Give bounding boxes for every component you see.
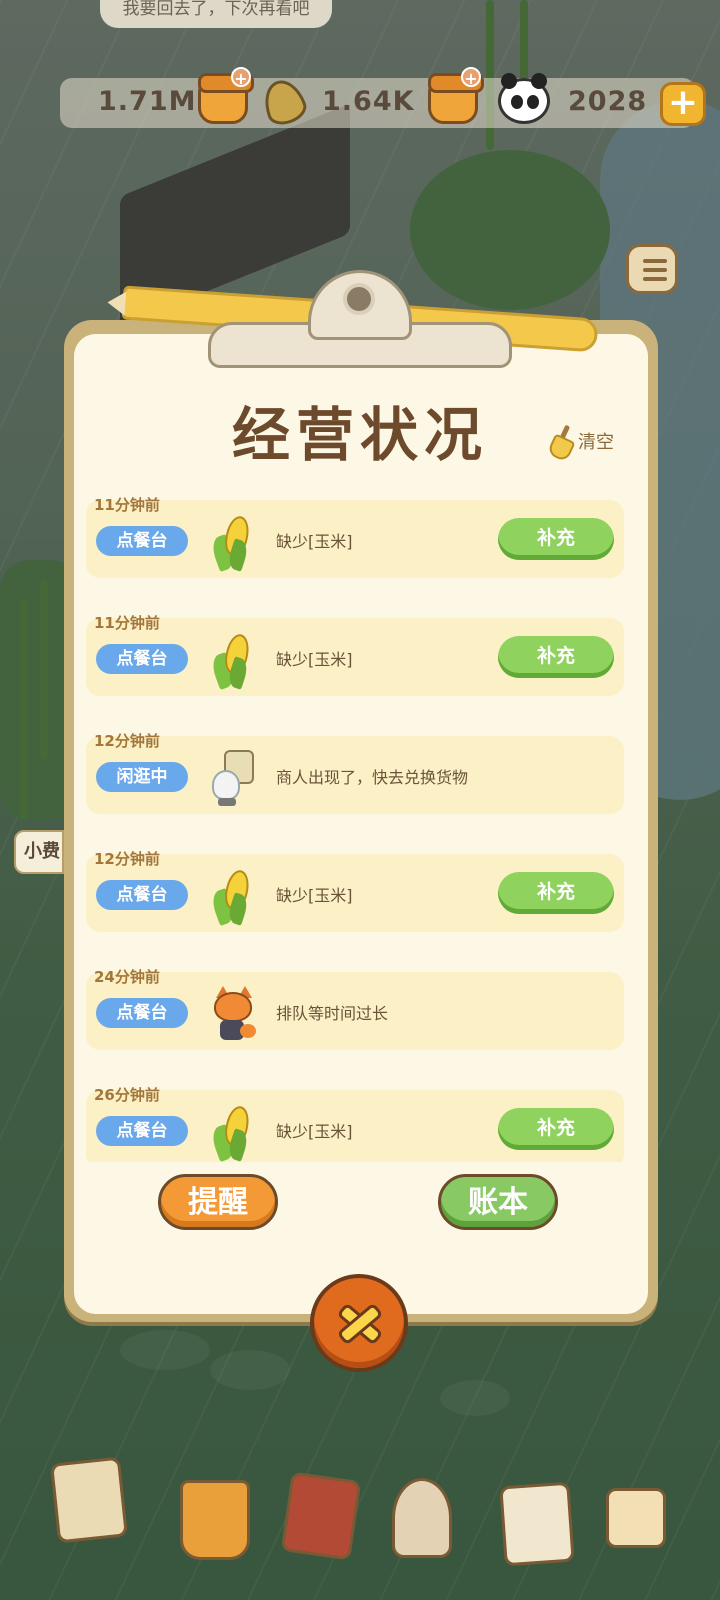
panda-amount: 2028 — [568, 86, 648, 117]
entry-message: 缺少[玉米] — [276, 1122, 353, 1141]
honey-amount: 1.71M — [98, 86, 197, 117]
entry-message: 商人出现了，快去兑换货物 — [276, 768, 469, 787]
fox-icon — [210, 986, 256, 1044]
bag-icon[interactable] — [392, 1478, 452, 1558]
entry-tag: 点餐台 — [96, 1116, 188, 1146]
corn-icon — [208, 1104, 254, 1162]
ledger-button[interactable]: 账本 — [438, 1174, 558, 1230]
storage-box-icon[interactable] — [606, 1488, 666, 1548]
replenish-button[interactable]: 补充 — [498, 872, 614, 914]
entry-message: 排队等时间过长 — [276, 1004, 389, 1023]
list-item: 11分钟前 点餐台 缺少[玉米] 补充 — [86, 464, 624, 584]
merchant-icon — [210, 750, 254, 808]
panda-card-icon[interactable] — [499, 1481, 575, 1567]
honey-jar-icon[interactable]: + — [428, 67, 484, 124]
corn-icon — [208, 514, 254, 573]
plus-icon: + — [461, 67, 481, 88]
close-button[interactable] — [310, 1274, 408, 1372]
clear-button[interactable]: 清空 — [548, 424, 614, 458]
recipe-menu-icon[interactable] — [280, 1471, 362, 1561]
bamboo-amount: 1.64K — [322, 86, 415, 117]
replenish-button[interactable]: 补充 — [498, 1108, 614, 1150]
entry-message: 缺少[玉米] — [276, 886, 353, 905]
entry-time: 24分钟前 — [94, 968, 160, 986]
clear-label: 清空 — [578, 432, 614, 453]
honey-jar-icon[interactable]: + — [198, 67, 254, 124]
entry-time: 12分钟前 — [94, 732, 160, 750]
broom-icon — [548, 425, 574, 457]
corn-icon — [208, 632, 254, 691]
plus-icon: + — [231, 67, 251, 88]
tip-tab[interactable]: 小费 — [14, 830, 64, 874]
entry-tag: 点餐台 — [96, 998, 188, 1028]
entry-time: 26分钟前 — [94, 1086, 160, 1104]
panda-icon — [498, 73, 550, 124]
status-list[interactable]: 11分钟前 点餐台 缺少[玉米] 补充 11分钟前 点餐台 缺少[玉米] 补充 … — [86, 464, 624, 1162]
entry-time: 12分钟前 — [94, 850, 160, 868]
list-item: 26分钟前 点餐台 缺少[玉米] 补充 — [86, 1054, 624, 1162]
entry-time: 11分钟前 — [94, 614, 160, 632]
entry-message: 缺少[玉米] — [276, 532, 353, 551]
list-item: 11分钟前 点餐台 缺少[玉米] 补充 — [86, 582, 624, 702]
list-item: 12分钟前 闲逛中 商人出现了，快去兑换货物 — [86, 700, 624, 820]
entry-tag: 点餐台 — [96, 644, 188, 674]
replenish-button[interactable]: 补充 — [498, 518, 614, 560]
entry-message: 缺少[玉米] — [276, 650, 353, 669]
add-panda-button[interactable]: + — [660, 82, 706, 126]
entry-tag: 闲逛中 — [96, 762, 188, 792]
entry-tag: 点餐台 — [96, 880, 188, 910]
menu-list-button[interactable] — [626, 244, 678, 294]
honey-bucket-icon[interactable] — [180, 1480, 250, 1560]
map-bag-icon[interactable] — [50, 1456, 128, 1544]
remind-button[interactable]: 提醒 — [158, 1174, 278, 1230]
entry-tag: 点餐台 — [96, 526, 188, 556]
list-item: 24分钟前 点餐台 排队等时间过长 — [86, 936, 624, 1056]
speech-bubble: 我要回去了，下次再看吧 — [100, 0, 332, 28]
entry-time: 11分钟前 — [94, 496, 160, 514]
replenish-button[interactable]: 补充 — [498, 636, 614, 678]
list-item: 12分钟前 点餐台 缺少[玉米] 补充 — [86, 818, 624, 938]
clip-hole — [343, 283, 375, 315]
corn-icon — [208, 868, 254, 927]
